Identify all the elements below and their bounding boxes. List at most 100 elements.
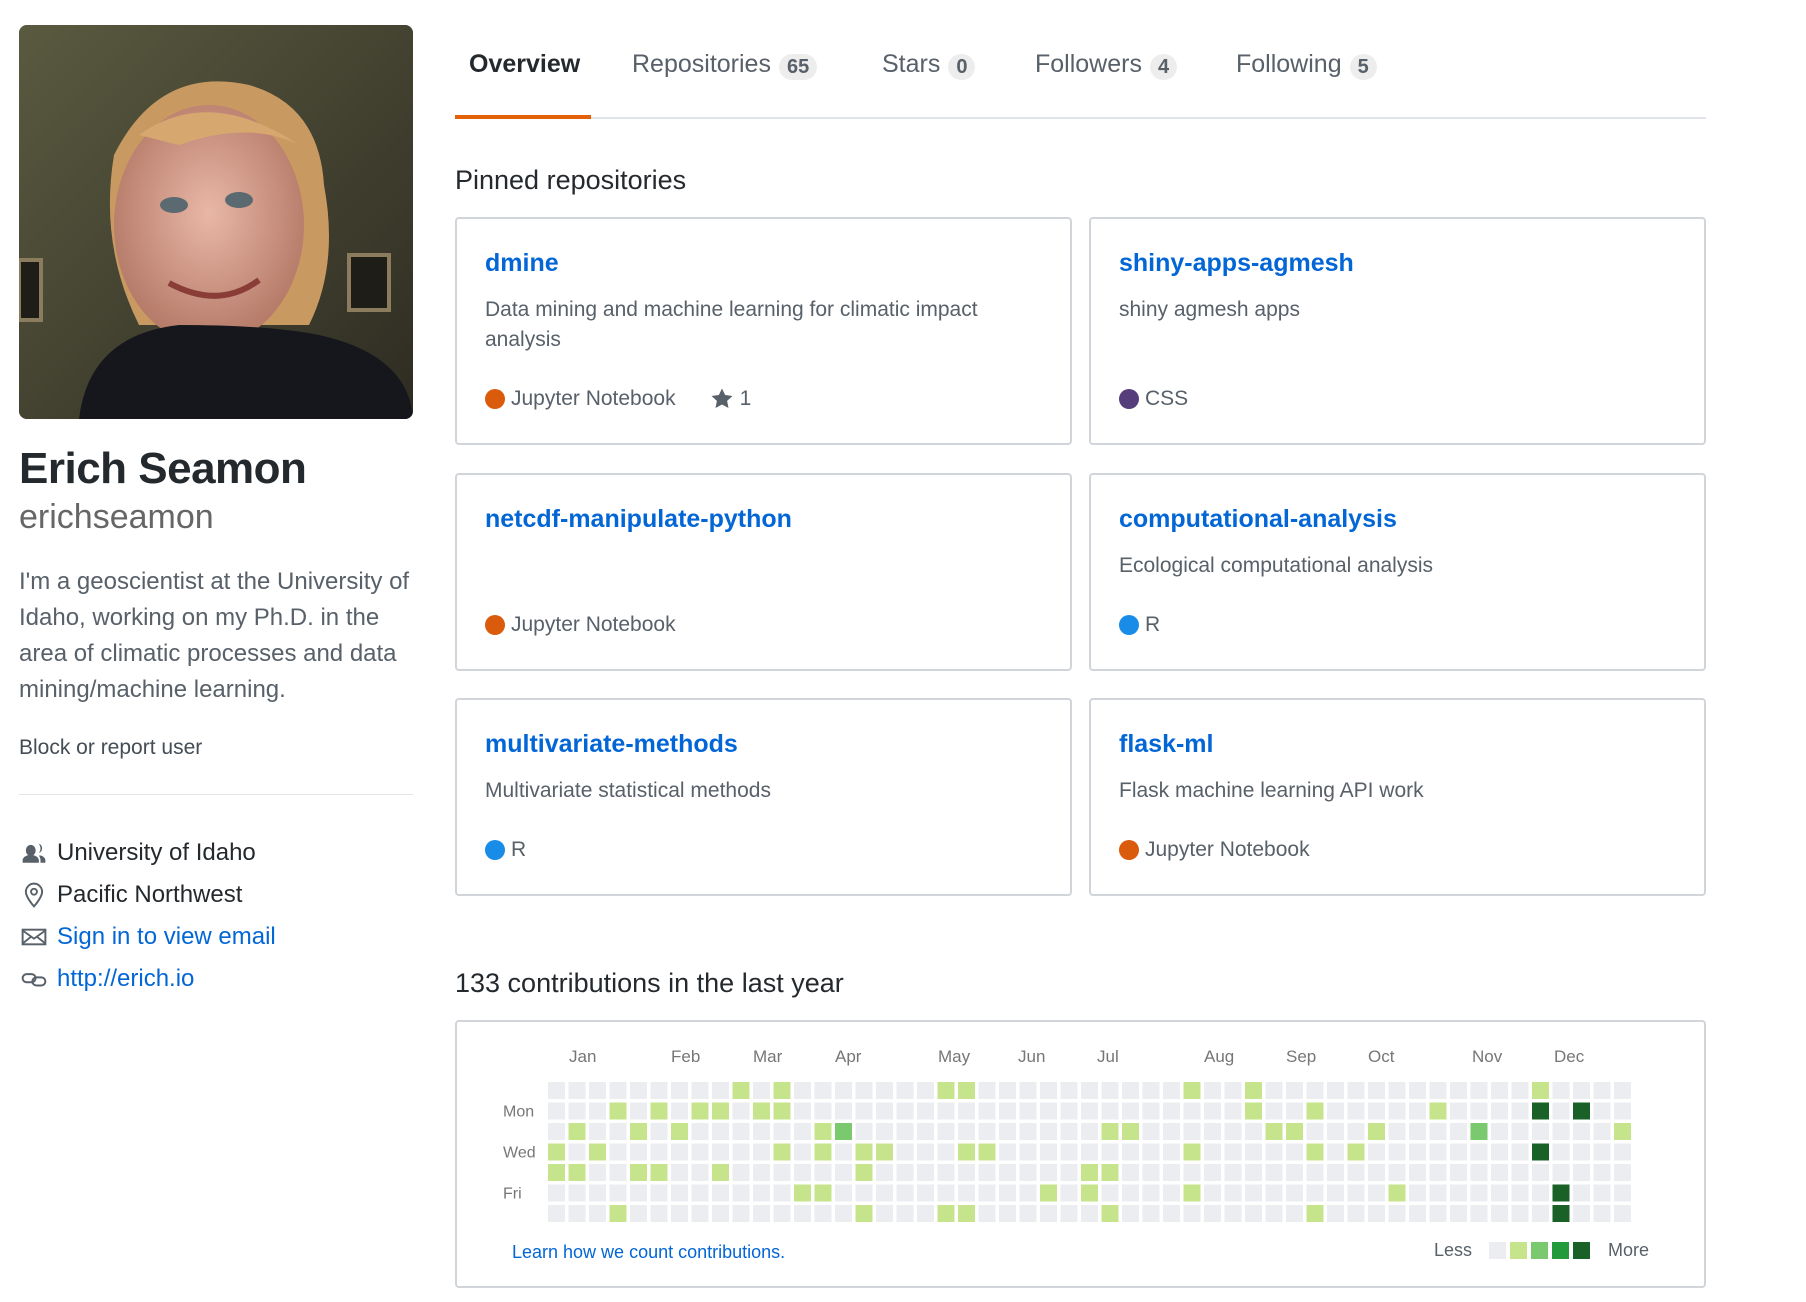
contribution-day[interactable] xyxy=(1491,1184,1508,1202)
contribution-day[interactable] xyxy=(1450,1205,1467,1222)
contribution-day[interactable] xyxy=(999,1123,1016,1140)
contribution-day[interactable] xyxy=(1347,1123,1365,1140)
contribution-day[interactable] xyxy=(589,1102,606,1120)
contribution-day[interactable] xyxy=(691,1143,709,1161)
contribution-day[interactable] xyxy=(1429,1205,1447,1222)
contribution-day[interactable] xyxy=(1368,1102,1385,1120)
contribution-day[interactable] xyxy=(1224,1164,1242,1181)
contribution-day[interactable] xyxy=(650,1102,668,1120)
contribution-day[interactable] xyxy=(1122,1164,1139,1181)
contribution-day[interactable] xyxy=(1163,1123,1180,1140)
contribution-day[interactable] xyxy=(1409,1184,1426,1202)
contribution-day[interactable] xyxy=(712,1143,729,1161)
contribution-day[interactable] xyxy=(1286,1082,1303,1099)
contribution-day[interactable] xyxy=(876,1143,893,1161)
contribution-day[interactable] xyxy=(1060,1082,1078,1099)
contribution-day[interactable] xyxy=(1368,1205,1385,1222)
repo-link[interactable]: netcdf-manipulate-python xyxy=(485,505,792,534)
contribution-day[interactable] xyxy=(1142,1164,1160,1181)
contribution-day[interactable] xyxy=(1327,1143,1344,1161)
contribution-day[interactable] xyxy=(1409,1123,1426,1140)
contribution-day[interactable] xyxy=(937,1184,955,1202)
contribution-day[interactable] xyxy=(1101,1082,1119,1099)
contribution-day[interactable] xyxy=(650,1184,668,1202)
contribution-day[interactable] xyxy=(630,1123,647,1140)
contribution-day[interactable] xyxy=(978,1102,996,1120)
contribution-day[interactable] xyxy=(548,1143,565,1161)
contribution-day[interactable] xyxy=(650,1205,668,1222)
contribution-day[interactable] xyxy=(1491,1123,1508,1140)
contribution-day[interactable] xyxy=(1163,1143,1180,1161)
contribution-day[interactable] xyxy=(917,1082,934,1099)
contribution-day[interactable] xyxy=(1327,1123,1344,1140)
contribution-day[interactable] xyxy=(1163,1184,1180,1202)
contribution-day[interactable] xyxy=(630,1205,647,1222)
contribution-day[interactable] xyxy=(1511,1184,1529,1202)
contribution-day[interactable] xyxy=(1060,1184,1078,1202)
contribution-day[interactable] xyxy=(1286,1143,1303,1161)
contribution-day[interactable] xyxy=(1614,1164,1631,1181)
contribution-day[interactable] xyxy=(589,1123,606,1140)
contribution-day[interactable] xyxy=(1552,1143,1570,1161)
contribution-day[interactable] xyxy=(1388,1184,1406,1202)
contribution-day[interactable] xyxy=(1122,1123,1139,1140)
contribution-day[interactable] xyxy=(1429,1082,1447,1099)
contribution-day[interactable] xyxy=(1019,1102,1037,1120)
contribution-day[interactable] xyxy=(1101,1164,1119,1181)
contribution-day[interactable] xyxy=(1511,1143,1529,1161)
contribution-day[interactable] xyxy=(1593,1205,1611,1222)
contribution-day[interactable] xyxy=(896,1102,914,1120)
contribution-day[interactable] xyxy=(1532,1205,1549,1222)
contribution-day[interactable] xyxy=(835,1164,852,1181)
contribution-day[interactable] xyxy=(1224,1082,1242,1099)
block-or-report-link[interactable]: Block or report user xyxy=(19,736,202,760)
contribution-day[interactable] xyxy=(814,1143,832,1161)
contribution-day[interactable] xyxy=(630,1164,647,1181)
repo-link[interactable]: shiny-apps-agmesh xyxy=(1119,249,1354,278)
contribution-day[interactable] xyxy=(1552,1082,1570,1099)
contribution-day[interactable] xyxy=(1593,1143,1611,1161)
contribution-day[interactable] xyxy=(1532,1184,1549,1202)
contribution-day[interactable] xyxy=(1142,1102,1160,1120)
contribution-day[interactable] xyxy=(1614,1205,1631,1222)
contribution-day[interactable] xyxy=(1286,1102,1303,1120)
contribution-day[interactable] xyxy=(1614,1102,1631,1120)
detail-email[interactable]: Sign in to view email xyxy=(19,916,419,958)
contribution-day[interactable] xyxy=(1491,1164,1508,1181)
contribution-day[interactable] xyxy=(1081,1164,1098,1181)
contribution-day[interactable] xyxy=(1265,1164,1283,1181)
contribution-day[interactable] xyxy=(978,1082,996,1099)
tab-repositories[interactable]: Repositories 65 xyxy=(632,50,818,119)
tab-stars[interactable]: Stars 0 xyxy=(882,50,976,119)
contribution-day[interactable] xyxy=(1368,1164,1385,1181)
contribution-day[interactable] xyxy=(1122,1184,1139,1202)
contribution-day[interactable] xyxy=(794,1184,811,1202)
contribution-day[interactable] xyxy=(630,1184,647,1202)
contribution-day[interactable] xyxy=(855,1143,873,1161)
contribution-day[interactable] xyxy=(1101,1205,1119,1222)
contribution-day[interactable] xyxy=(548,1184,565,1202)
contribution-day[interactable] xyxy=(1019,1082,1037,1099)
contribution-day[interactable] xyxy=(937,1102,955,1120)
contribution-day[interactable] xyxy=(1593,1082,1611,1099)
contribution-day[interactable] xyxy=(1286,1164,1303,1181)
contribution-day[interactable] xyxy=(1286,1123,1303,1140)
contribution-day[interactable] xyxy=(1101,1184,1119,1202)
contribution-day[interactable] xyxy=(1388,1123,1406,1140)
contribution-day[interactable] xyxy=(876,1123,893,1140)
contribution-day[interactable] xyxy=(917,1143,934,1161)
contribution-day[interactable] xyxy=(1019,1123,1037,1140)
contribution-day[interactable] xyxy=(1327,1102,1344,1120)
contribution-day[interactable] xyxy=(1327,1184,1344,1202)
contribution-day[interactable] xyxy=(1060,1143,1078,1161)
contribution-day[interactable] xyxy=(1306,1184,1324,1202)
contribution-day[interactable] xyxy=(937,1143,955,1161)
contribution-day[interactable] xyxy=(1511,1102,1529,1120)
contribution-day[interactable] xyxy=(978,1143,996,1161)
contribution-day[interactable] xyxy=(1532,1123,1549,1140)
contribution-day[interactable] xyxy=(691,1082,709,1099)
contribution-day[interactable] xyxy=(732,1123,750,1140)
contribution-day[interactable] xyxy=(958,1184,975,1202)
contribution-day[interactable] xyxy=(691,1102,709,1120)
contribution-day[interactable] xyxy=(1470,1082,1488,1099)
